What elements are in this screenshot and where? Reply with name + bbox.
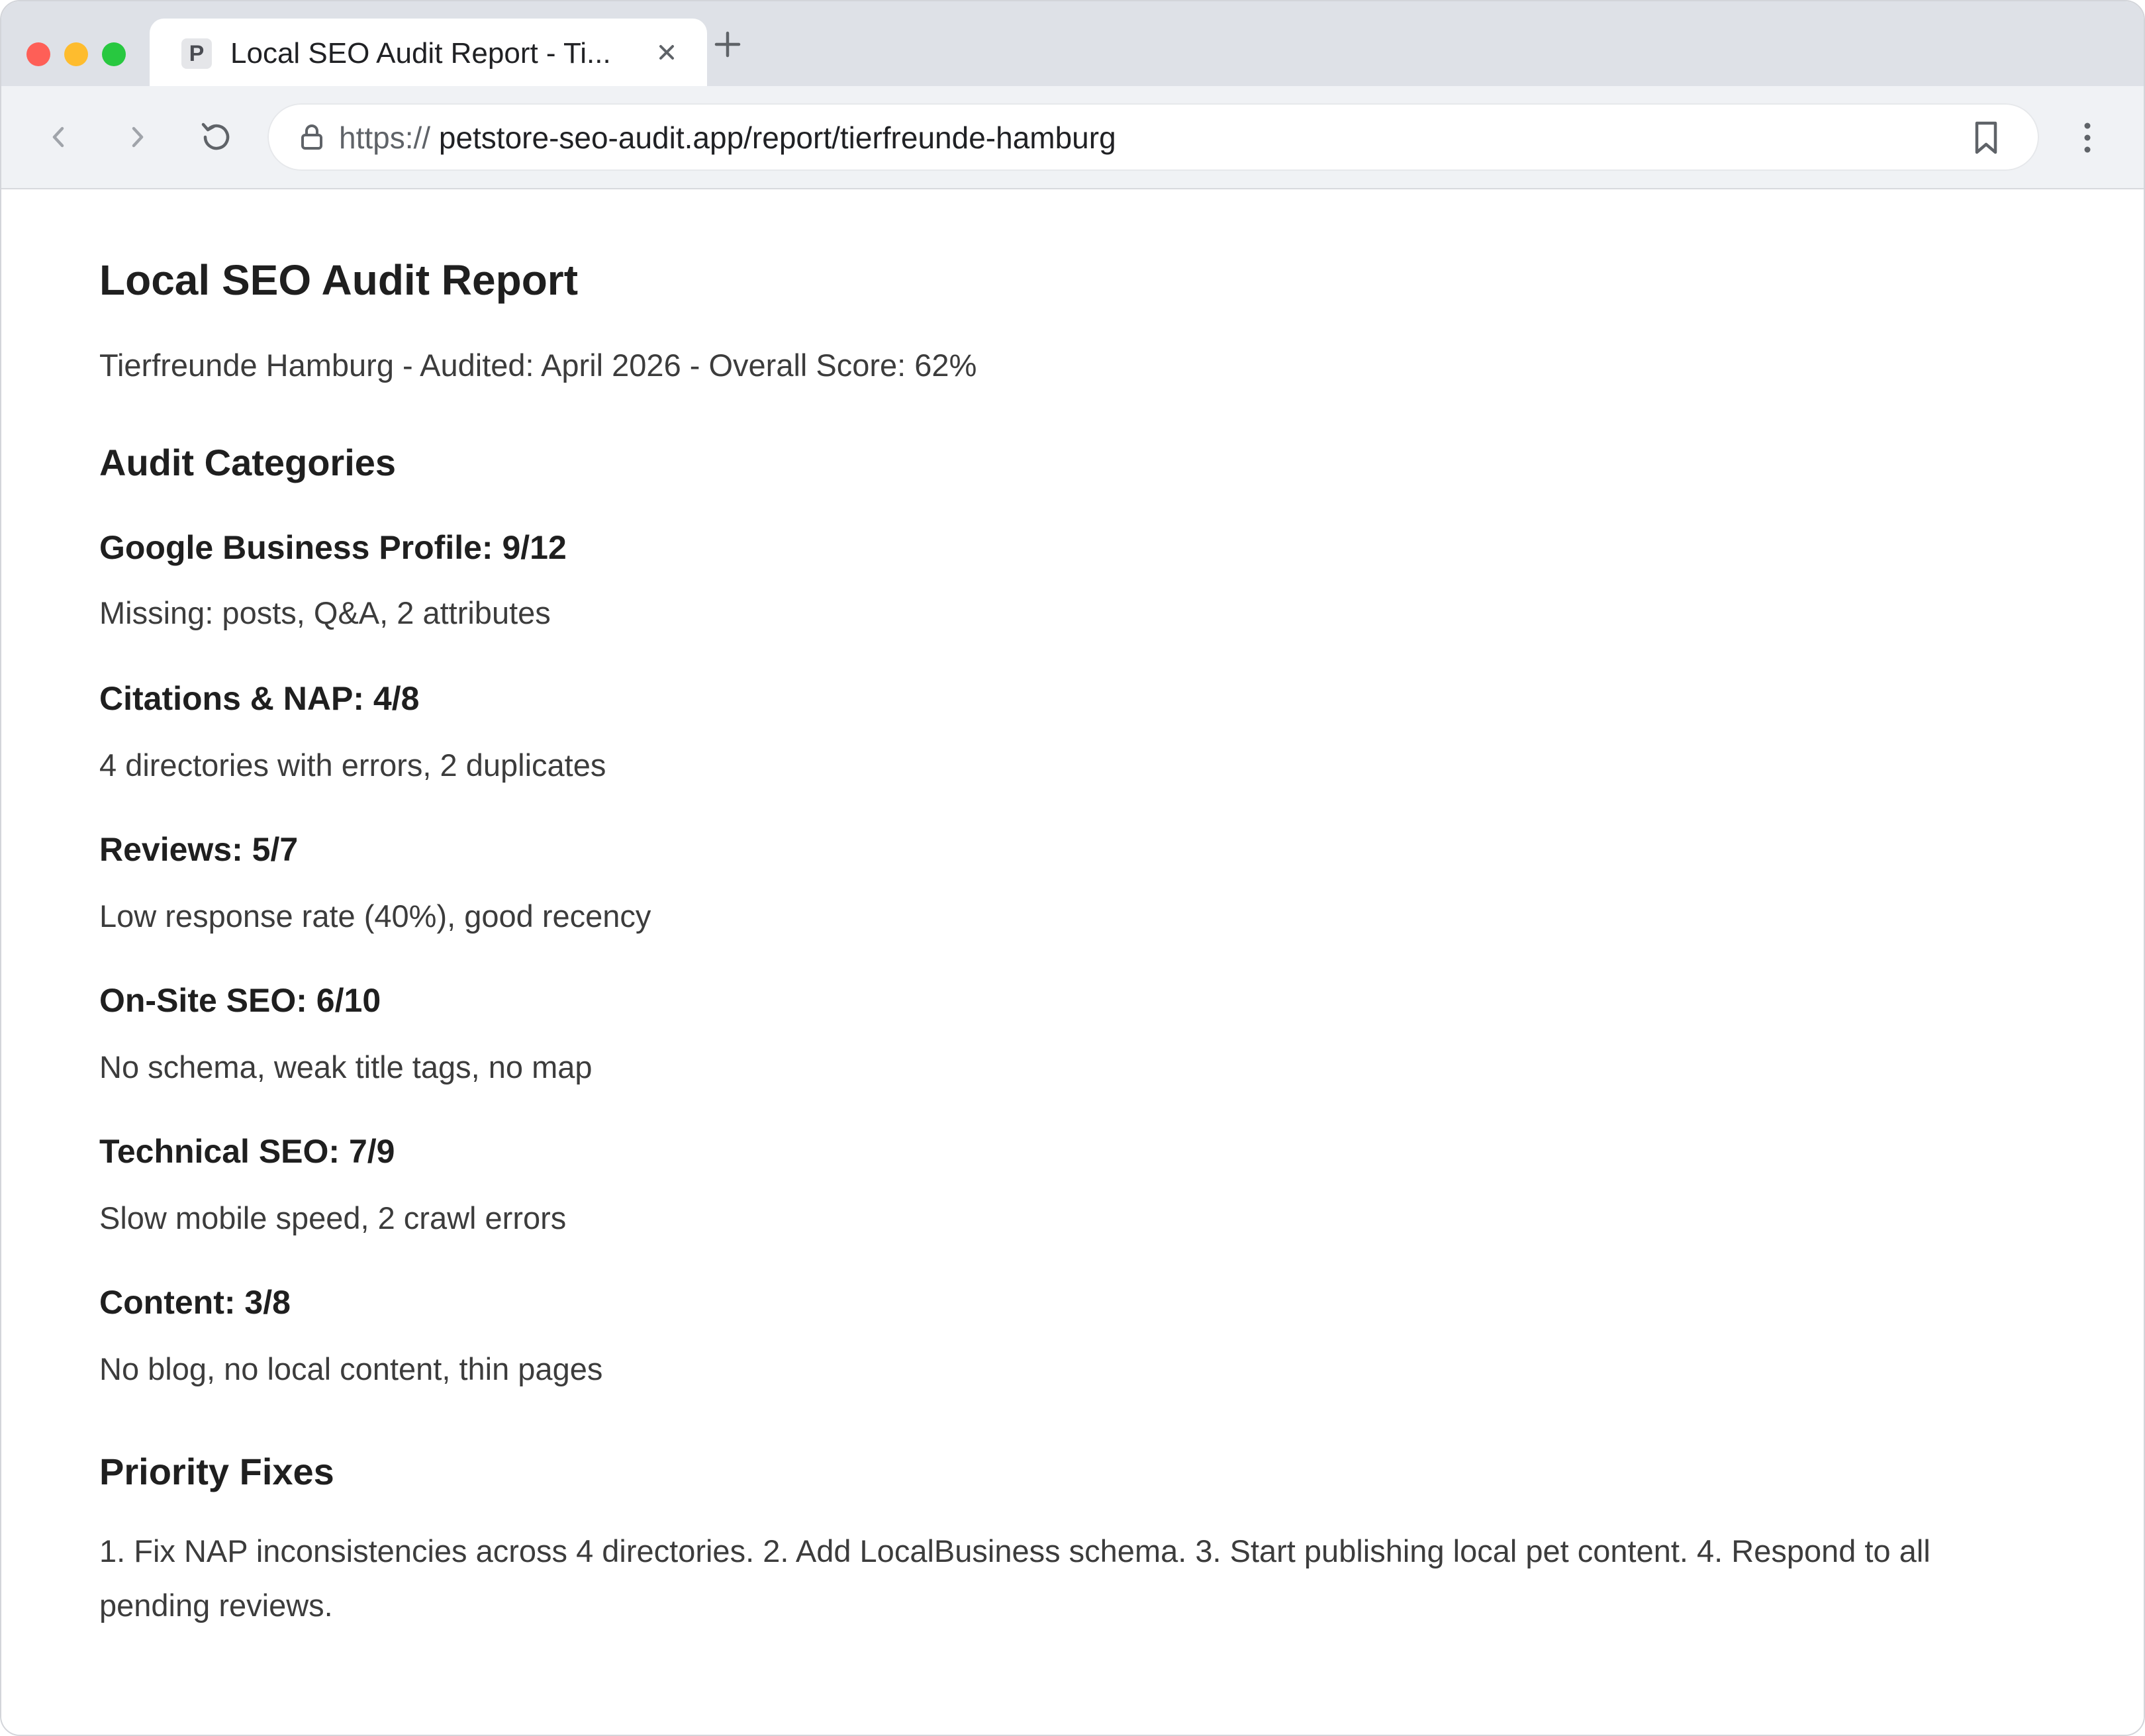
url-scheme: https:// <box>339 121 431 155</box>
url-text[interactable]: https:// petstore-seo-audit.app/report/t… <box>339 119 1116 156</box>
lock-icon <box>301 124 322 150</box>
window-zoom-button[interactable] <box>102 42 126 66</box>
chevron-right-icon <box>132 126 144 148</box>
bookmark-icon[interactable] <box>1969 119 2003 156</box>
category-title: Reviews: 5/7 <box>99 831 299 868</box>
page-title: Local SEO Audit Report <box>99 256 578 304</box>
category-desc: Low response rate (40%), good recency <box>99 898 651 934</box>
tab-active[interactable]: P Local SEO Audit Report - Ti... <box>150 19 707 86</box>
category-desc: No schema, weak title tags, no map <box>99 1049 593 1085</box>
fixes-heading: Priority Fixes <box>99 1451 334 1492</box>
address-bar[interactable]: https:// petstore-seo-audit.app/report/t… <box>267 103 2039 171</box>
category-title: Google Business Profile: 9/12 <box>99 529 567 566</box>
back-button[interactable] <box>37 115 81 159</box>
category-title: Citations & NAP: 4/8 <box>99 680 420 717</box>
window-close-button[interactable] <box>26 42 50 66</box>
report-meta: Tierfreunde Hamburg - Audited: April 202… <box>99 348 977 383</box>
category-title: Technical SEO: 7/9 <box>99 1133 395 1170</box>
browser-window: P Local SEO Audit Report - Ti... https:/… <box>0 0 2145 1736</box>
browser-toolbar: https:// petstore-seo-audit.app/report/t… <box>1 86 2144 189</box>
chevron-left-icon <box>52 126 64 148</box>
reload-button[interactable] <box>195 115 238 159</box>
new-tab-button[interactable] <box>711 28 744 61</box>
category-desc: Missing: posts, Q&A, 2 attributes <box>99 595 551 630</box>
category-title: On-Site SEO: 6/10 <box>99 982 381 1019</box>
page-content: Local SEO Audit Report Tierfreunde Hambu… <box>1 189 2144 1735</box>
url-host-path: petstore-seo-audit.app/report/tierfreund… <box>438 121 1116 155</box>
tab-strip: P Local SEO Audit Report - Ti... <box>1 1 2144 86</box>
close-icon[interactable] <box>651 37 682 68</box>
category-desc: 4 directories with errors, 2 duplicates <box>99 747 606 783</box>
tab-title: Local SEO Audit Report - Ti... <box>230 37 611 70</box>
categories-heading: Audit Categories <box>99 442 397 483</box>
category-desc: No blog, no local content, thin pages <box>99 1351 603 1386</box>
kebab-menu-icon[interactable] <box>2071 117 2104 159</box>
window-minimize-button[interactable] <box>64 42 88 66</box>
favicon-icon: P <box>181 38 212 69</box>
reload-icon <box>201 122 230 150</box>
forward-button[interactable] <box>115 115 159 159</box>
priority-fixes-text: 1. Fix NAP inconsistencies across 4 dire… <box>99 1533 1931 1623</box>
category-desc: Slow mobile speed, 2 crawl errors <box>99 1200 567 1235</box>
category-title: Content: 3/8 <box>99 1284 291 1321</box>
